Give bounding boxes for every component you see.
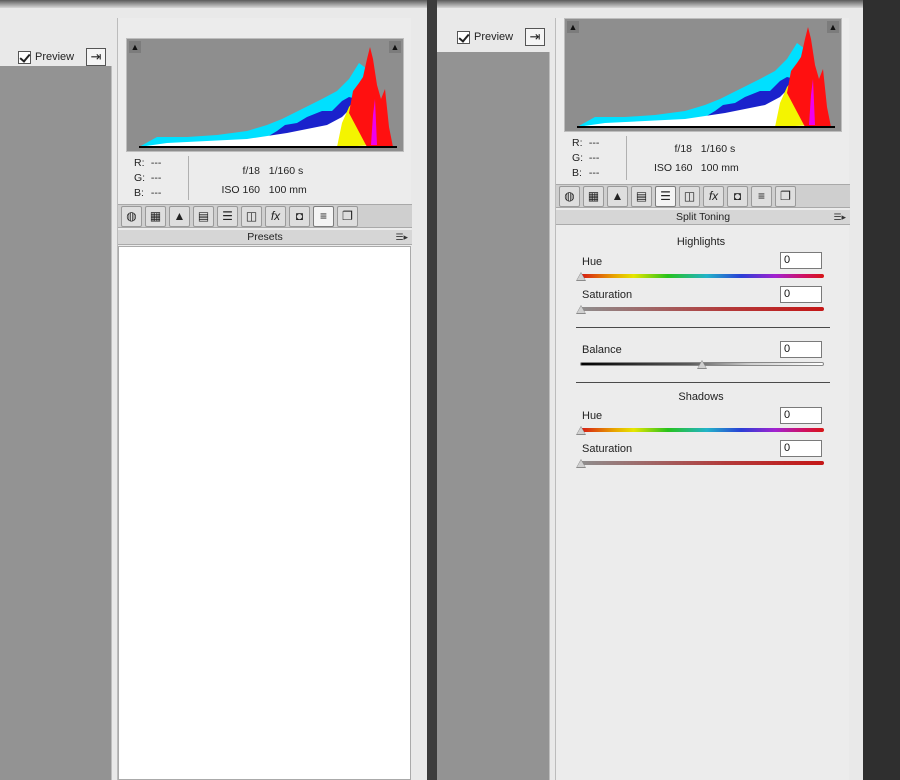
shadows-hue-slider[interactable] — [580, 428, 824, 432]
balance-label: Balance — [582, 344, 622, 356]
fullscreen-toggle-icon[interactable]: ⇥ — [525, 28, 546, 46]
preview-checkbox[interactable] — [457, 30, 470, 44]
split-toning-icon[interactable]: ☰ — [217, 205, 238, 227]
iso: ISO 160 — [654, 162, 693, 174]
aperture: f/18 — [242, 165, 260, 177]
panel-tabs: ◍ ▦ ▲ ▤ ☰ ◫ fx ◘ ≡ ❐ — [556, 184, 850, 208]
shadows-saturation-slider[interactable] — [580, 461, 824, 465]
detail-icon[interactable]: ▲ — [169, 205, 190, 227]
focal-length: 100 mm — [268, 184, 307, 196]
divider — [576, 382, 830, 383]
info-divider — [626, 136, 627, 180]
shutter-speed: 1/160 s — [268, 165, 304, 177]
highlights-saturation-input[interactable]: 0 — [780, 286, 822, 303]
title-bar — [437, 0, 863, 8]
balance-input[interactable]: 0 — [780, 341, 822, 358]
b-value: --- — [150, 187, 162, 199]
effects-icon[interactable]: fx — [703, 185, 724, 207]
image-canvas[interactable] — [437, 52, 550, 780]
fullscreen-toggle-icon[interactable]: ⇥ — [86, 48, 107, 66]
highlights-hue-input[interactable]: 0 — [780, 252, 822, 269]
balance-thumb[interactable] — [697, 360, 707, 369]
window-gap — [428, 0, 437, 780]
image-canvas[interactable] — [0, 66, 112, 780]
focal-length: 100 mm — [700, 162, 739, 174]
left-camera-raw-window: Preview ⇥ ▲ ▲ R: --- G: --- B: --- f/18 — [0, 0, 428, 780]
divider — [576, 327, 830, 328]
panel-title-text: Split Toning — [675, 211, 731, 223]
highlights-title: Highlights — [676, 236, 726, 248]
title-bar — [0, 0, 427, 8]
exif-info: f/18 1/160 s ISO 160 100 mm — [654, 140, 739, 178]
b-value: --- — [588, 167, 600, 179]
lens-corrections-icon[interactable]: ◫ — [679, 185, 700, 207]
info-divider — [188, 156, 189, 200]
highlights-saturation-slider[interactable] — [580, 307, 824, 311]
right-camera-raw-window: Preview ⇥ ▲ ▲ R: --- G: --- B: --- f/18 — [437, 0, 863, 780]
background-strip — [863, 0, 900, 780]
panel-title-text: Presets — [247, 231, 283, 243]
shadows-hue-label: Hue — [582, 410, 603, 422]
effects-icon[interactable]: fx — [265, 205, 286, 227]
preview-label: Preview — [35, 51, 75, 63]
r-value: --- — [150, 157, 162, 169]
aperture: f/18 — [674, 143, 692, 155]
tone-curve-icon[interactable]: ▦ — [145, 205, 166, 227]
presets-icon[interactable]: ≡ — [751, 185, 772, 207]
exif-info: f/18 1/160 s ISO 160 100 mm — [216, 162, 307, 200]
shadows-saturation-input[interactable]: 0 — [780, 440, 822, 457]
presets-icon[interactable]: ≡ — [313, 205, 334, 227]
highlights-saturation-thumb[interactable] — [576, 305, 586, 314]
highlights-hue-thumb[interactable] — [576, 272, 586, 281]
histogram-graph — [139, 47, 397, 148]
r-label: R: — [572, 137, 583, 149]
hsl-icon[interactable]: ▤ — [193, 205, 214, 227]
panel-title: Split Toning ☰▸ — [556, 210, 850, 225]
r-label: R: — [134, 157, 145, 169]
shadows-hue-thumb[interactable] — [576, 426, 586, 435]
shadows-hue-input[interactable]: 0 — [780, 407, 822, 424]
rgb-readout: R: --- G: --- B: --- — [134, 156, 161, 201]
hsl-icon[interactable]: ▤ — [631, 185, 652, 207]
preview-label: Preview — [474, 31, 514, 43]
rgb-readout: R: --- G: --- B: --- — [572, 136, 599, 181]
iso: ISO 160 — [221, 184, 260, 196]
b-label: B: — [134, 187, 144, 199]
highlights-saturation-label: Saturation — [582, 289, 633, 301]
detail-icon[interactable]: ▲ — [607, 185, 628, 207]
camera-calibration-icon[interactable]: ◘ — [727, 185, 748, 207]
camera-calibration-icon[interactable]: ◘ — [289, 205, 310, 227]
b-label: B: — [572, 167, 582, 179]
right-panel: ▲ ▲ R: --- G: --- B: --- f/18 1/160 s IS… — [117, 18, 412, 780]
snapshots-icon[interactable]: ❐ — [337, 205, 358, 227]
presets-list[interactable] — [118, 246, 411, 780]
highlights-hue-slider[interactable] — [580, 274, 824, 278]
panel-title: Presets ☰▸ — [118, 230, 412, 245]
right-panel: ▲ ▲ R: --- G: --- B: --- f/18 1/160 s IS… — [555, 18, 850, 780]
highlights-hue-label: Hue — [582, 256, 603, 268]
shadows-title: Shadows — [678, 391, 724, 403]
panel-menu-icon[interactable]: ☰▸ — [833, 210, 846, 225]
shutter-speed: 1/160 s — [700, 143, 736, 155]
histogram: ▲ ▲ — [126, 38, 404, 152]
tone-curve-icon[interactable]: ▦ — [583, 185, 604, 207]
lens-corrections-icon[interactable]: ◫ — [241, 205, 262, 227]
r-value: --- — [588, 137, 600, 149]
panel-tabs: ◍ ▦ ▲ ▤ ☰ ◫ fx ◘ ≡ ❐ — [118, 204, 412, 228]
histogram-graph — [577, 27, 835, 128]
g-value: --- — [150, 172, 162, 184]
g-label: G: — [572, 152, 584, 164]
snapshots-icon[interactable]: ❐ — [775, 185, 796, 207]
shadows-saturation-thumb[interactable] — [576, 459, 586, 468]
histogram: ▲ ▲ — [564, 18, 842, 132]
g-value: --- — [588, 152, 600, 164]
shadows-saturation-label: Saturation — [582, 443, 633, 455]
basic-icon[interactable]: ◍ — [559, 185, 580, 207]
basic-icon[interactable]: ◍ — [121, 205, 142, 227]
preview-row: Preview ⇥ — [457, 24, 546, 50]
g-label: G: — [134, 172, 146, 184]
panel-menu-icon[interactable]: ☰▸ — [395, 230, 408, 245]
preview-checkbox[interactable] — [18, 50, 31, 64]
split-toning-icon[interactable]: ☰ — [655, 185, 676, 207]
